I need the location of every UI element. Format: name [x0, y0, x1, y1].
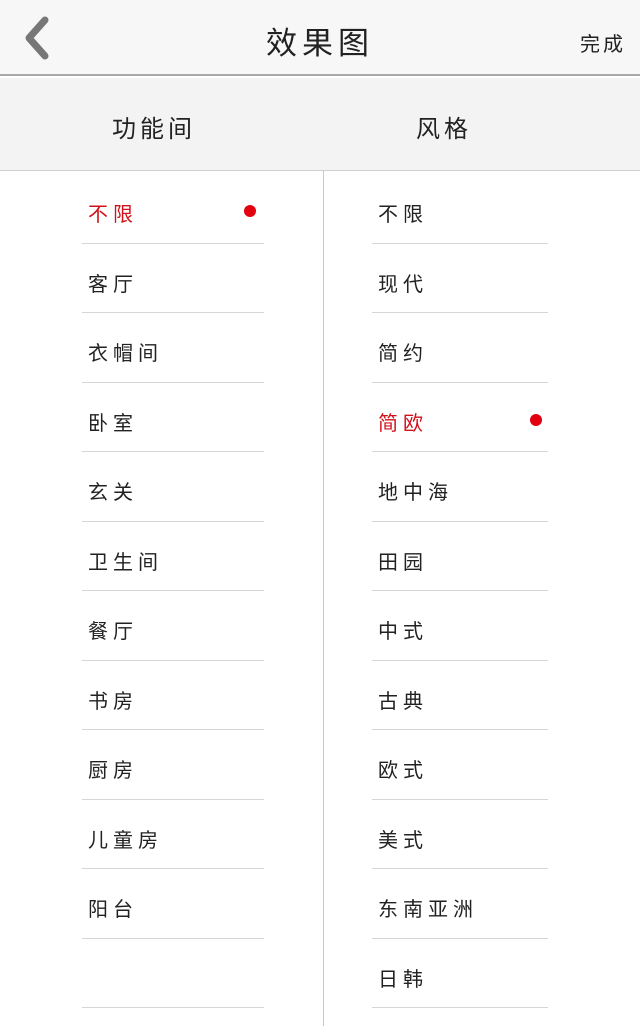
room-type-option-label: 客厅 — [88, 271, 138, 296]
style-option[interactable]: 美式 — [372, 800, 548, 869]
style-option-label: 田园 — [378, 549, 428, 574]
column-divider — [323, 171, 324, 1026]
style-option-label: 日韩 — [378, 966, 428, 991]
navigation-bar: 效果图 完成 — [0, 0, 640, 76]
style-option[interactable]: 田园 — [372, 522, 548, 591]
done-button[interactable]: 完成 — [580, 28, 626, 57]
room-type-option[interactable]: 厨房 — [82, 730, 264, 800]
room-type-option-label: 衣帽间 — [88, 341, 163, 365]
style-option-label: 古典 — [378, 688, 428, 713]
room-type-option[interactable]: 衣帽间 — [82, 313, 264, 383]
room-type-option — [82, 939, 264, 1008]
room-type-option-label: 厨房 — [88, 758, 138, 782]
style-list: 不限现代简约简欧地中海田园中式古典欧式美式东南亚洲日韩 — [372, 174, 548, 1008]
page-title: 效果图 — [266, 26, 374, 62]
style-option-label: 简约 — [378, 341, 428, 365]
room-type-option[interactable]: 阳台 — [82, 869, 264, 939]
filter-header: 功能间 风格 — [0, 78, 640, 171]
room-type-option-label: 阳台 — [88, 897, 138, 921]
selected-dot-icon — [530, 413, 542, 426]
room-type-option[interactable]: 卧室 — [82, 383, 264, 452]
style-option-label: 中式 — [378, 619, 428, 643]
style-option[interactable]: 中式 — [372, 591, 548, 661]
selected-dot-icon — [244, 205, 256, 217]
room-type-option-label: 不限 — [88, 202, 138, 226]
tab-room-type[interactable]: 功能间 — [112, 109, 196, 144]
style-option[interactable]: 现代 — [372, 244, 548, 313]
room-type-option-label: 餐厅 — [88, 619, 138, 643]
room-type-option[interactable]: 餐厅 — [82, 591, 264, 661]
style-option[interactable]: 日韩 — [372, 939, 548, 1008]
room-type-option[interactable]: 书房 — [82, 661, 264, 730]
style-option-label: 美式 — [378, 827, 428, 852]
room-type-option-label: 儿童房 — [88, 827, 163, 852]
room-type-option[interactable]: 玄关 — [82, 452, 264, 522]
style-option[interactable]: 简欧 — [372, 383, 548, 452]
style-option[interactable]: 不限 — [372, 174, 548, 244]
style-option[interactable]: 东南亚洲 — [372, 869, 548, 939]
style-option-label: 不限 — [378, 202, 428, 226]
room-type-list: 不限客厅衣帽间卧室玄关卫生间餐厅书房厨房儿童房阳台 — [82, 174, 264, 1008]
room-type-option-label: 卧室 — [88, 410, 138, 435]
tab-style[interactable]: 风格 — [416, 109, 472, 144]
room-type-option[interactable]: 卫生间 — [82, 522, 264, 591]
room-type-option[interactable]: 儿童房 — [82, 800, 264, 869]
room-type-option[interactable]: 客厅 — [82, 244, 264, 313]
room-type-option-label: 卫生间 — [88, 549, 163, 574]
room-type-option[interactable]: 不限 — [82, 174, 264, 244]
style-option[interactable]: 欧式 — [372, 730, 548, 800]
style-option[interactable]: 古典 — [372, 661, 548, 730]
style-option-label: 东南亚洲 — [378, 897, 478, 921]
style-option-label: 简欧 — [378, 410, 428, 435]
style-option[interactable]: 简约 — [372, 313, 548, 383]
room-type-option-label: 玄关 — [88, 480, 138, 504]
style-option[interactable]: 地中海 — [372, 452, 548, 522]
room-type-option-label: 书房 — [88, 688, 138, 713]
style-option-label: 欧式 — [378, 758, 428, 782]
style-option-label: 现代 — [378, 271, 428, 296]
style-option-label: 地中海 — [378, 480, 453, 504]
